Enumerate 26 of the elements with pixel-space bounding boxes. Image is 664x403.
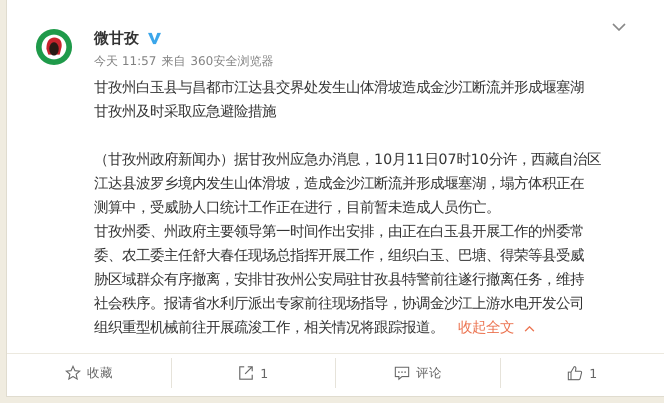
post-text-line: 组织重型机械前往开展疏浚工作，相关情况将跟踪报道。	[94, 318, 444, 338]
comment-button[interactable]: 评论	[335, 358, 500, 388]
source-link[interactable]: 360安全浏览器	[190, 53, 274, 70]
post-text-line: 社会秩序。报请省水利厅派出专家前往现场指导，协调金沙江上游水电开发公司	[94, 294, 584, 314]
avatar-icon[interactable]	[35, 28, 73, 66]
post-text-line: 江达县波罗乡境内发生山体滑坡，造成金沙江断流并形成堰塞湖，塌方体积正在	[94, 174, 584, 194]
chevron-down-icon[interactable]	[612, 23, 626, 31]
star-icon	[64, 365, 81, 381]
post-text-line: （甘孜州政府新闻办）据甘孜州应急办消息，10月11日07时10分许，西藏自治区	[94, 150, 601, 170]
comment-icon	[394, 365, 410, 381]
post-text-line: 委、农工委主任舒大春任现场总指挥开展工作，组织白玉、巴塘、得荣等县受威	[94, 246, 584, 266]
title-text-line: 甘孜州白玉县与昌都市江达县交界处发生山体滑坡造成金沙江断流并形成堰塞湖	[94, 78, 584, 98]
source-label: 来自	[161, 53, 186, 70]
like-button[interactable]: 1	[500, 358, 664, 388]
author-name[interactable]: 微甘孜	[94, 28, 139, 48]
title-text-line: 甘孜州及时采取应急避险措施	[94, 102, 276, 122]
share-icon	[238, 365, 254, 381]
post-text-line: 测算中，受威胁人口统计工作正在进行，目前暂未造成人员伤亡。	[94, 198, 500, 218]
post-time[interactable]: 今天 11:57	[94, 53, 156, 70]
chevron-up-icon	[524, 324, 535, 332]
favorite-button[interactable]: 收藏	[7, 358, 170, 388]
post-text-line: 甘孜州委、州政府主要领导第一时间作出安排，由正在白玉县开展工作的州委常	[94, 222, 584, 242]
collapse-link[interactable]: 收起全文	[458, 316, 535, 340]
post-text-line: 胁区域群众有序撤离，安排甘孜州公安局驻甘孜县特警前往遂行撤离任务，维持	[94, 270, 584, 290]
thumbs-up-icon	[567, 365, 584, 381]
share-button[interactable]: 1	[170, 358, 335, 388]
